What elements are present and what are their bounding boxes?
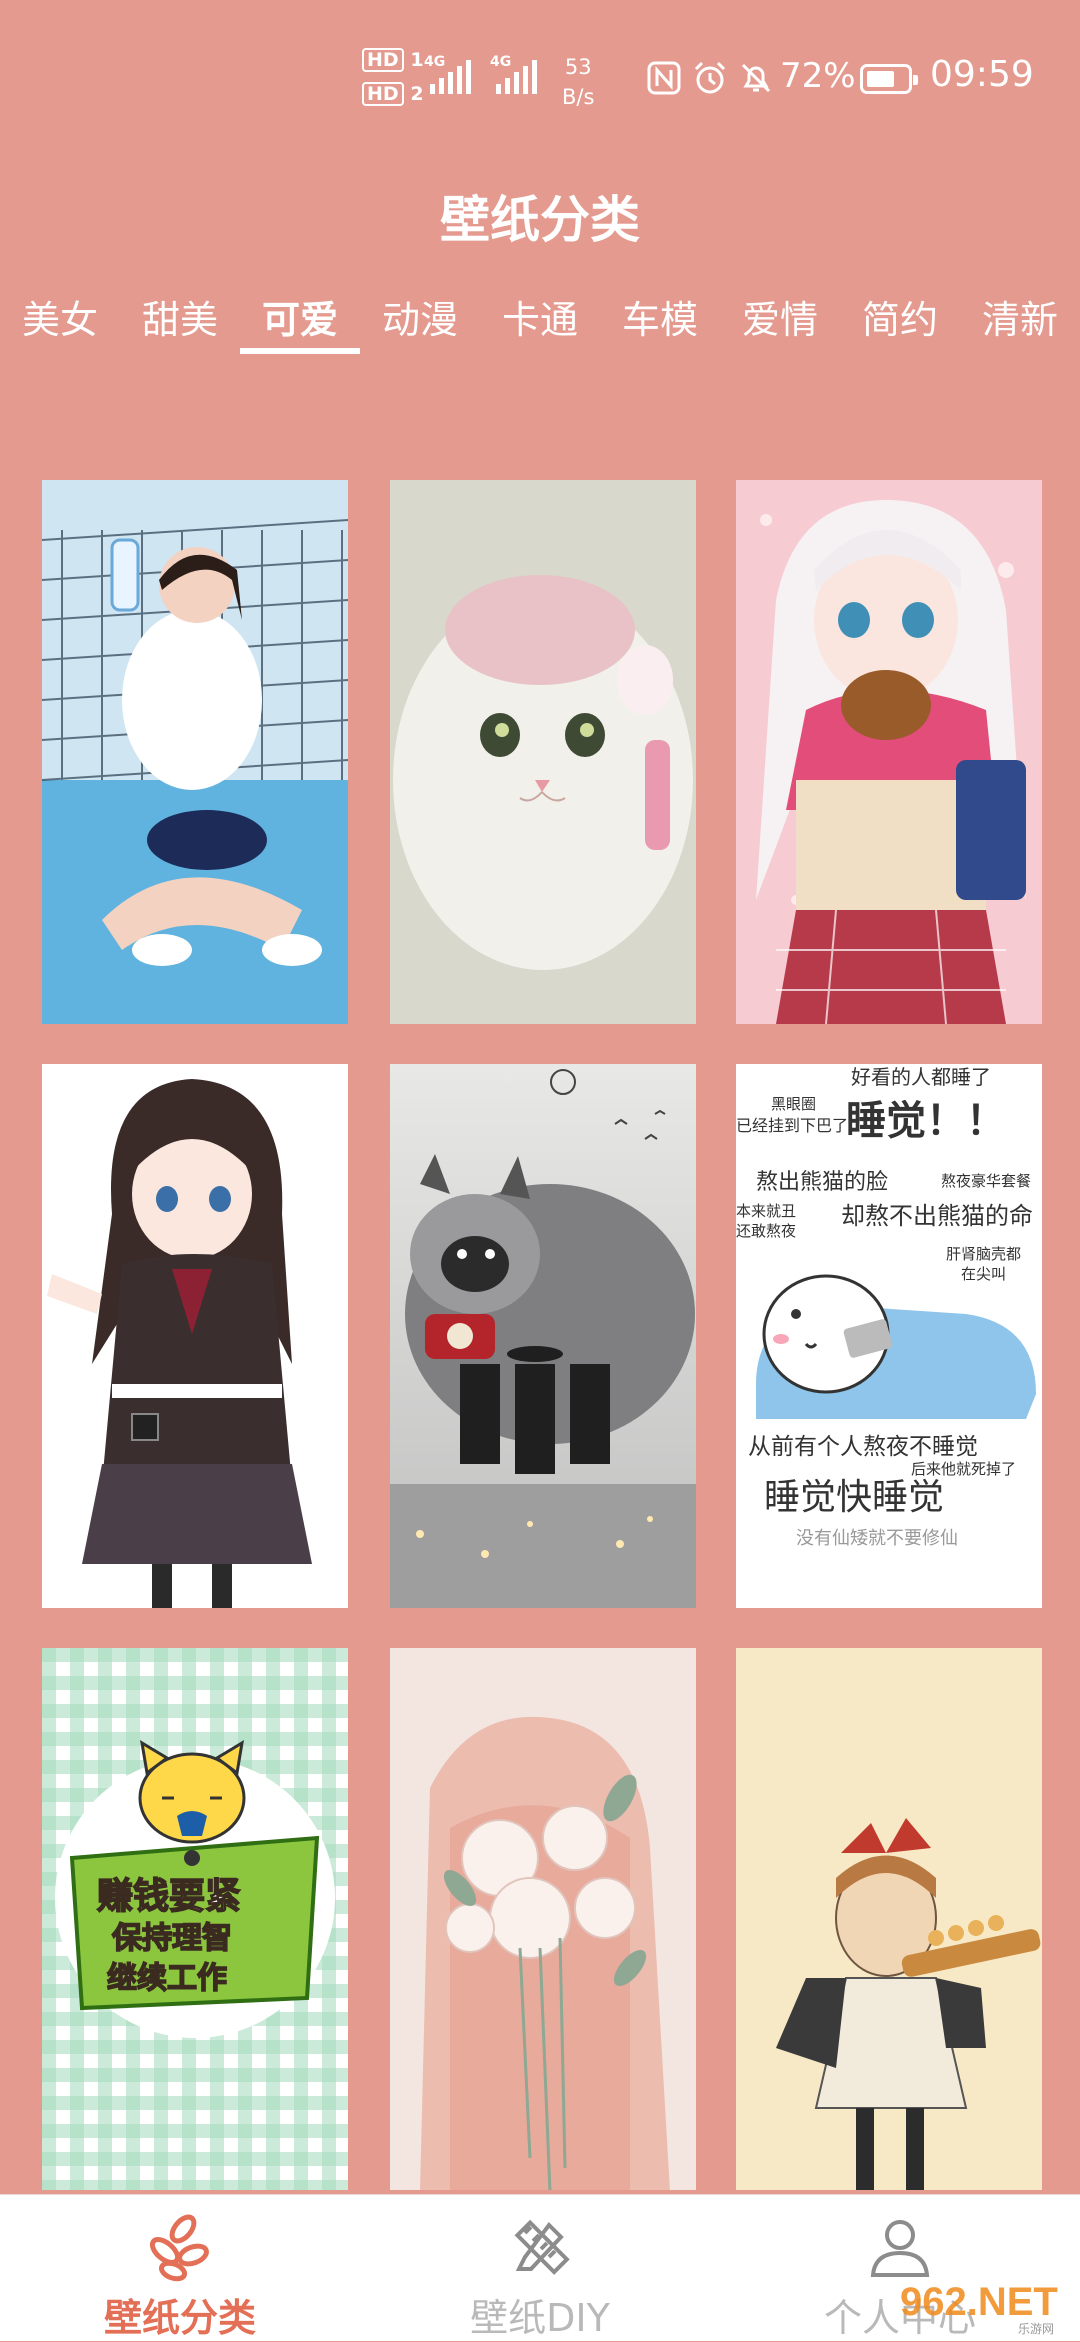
- pencil-ruler-icon: [514, 2219, 570, 2275]
- nav-wallpaper-diy[interactable]: 壁纸DIY: [360, 2195, 720, 2341]
- svg-text:还敢熬夜: 还敢熬夜: [736, 1222, 796, 1240]
- svg-text:却熬不出熊猫的命: 却熬不出熊猫的命: [841, 1202, 1033, 1230]
- wallpaper-grid: 好看的人都睡了 黑眼圈 已经挂到下巴了 睡觉！！ 熬出熊猫的脸 熬夜豪华套餐 本…: [0, 480, 1080, 2190]
- nav-label-category: 壁纸分类: [103, 2296, 256, 2340]
- svg-text:继续工作: 继续工作: [107, 1961, 227, 1996]
- speed-unit: B/s: [562, 85, 595, 109]
- svg-text:肝肾脑壳都: 肝肾脑壳都: [946, 1245, 1021, 1263]
- network-speed: 53 B/s: [562, 52, 594, 112]
- tab-qingxin[interactable]: 清新: [960, 292, 1080, 348]
- tab-meinv[interactable]: 美女: [0, 292, 120, 348]
- wallpaper-anime-girl-pink[interactable]: [736, 480, 1042, 1024]
- tab-katong[interactable]: 卡通: [480, 292, 600, 348]
- battery-icon: [860, 64, 918, 94]
- wallpaper-flowers-girl[interactable]: [390, 1648, 696, 2190]
- tab-dongman[interactable]: 动漫: [360, 292, 480, 348]
- active-tab-indicator: [240, 348, 360, 354]
- page-title: 壁纸分类: [440, 191, 640, 249]
- wallpaper-white-kitten[interactable]: [390, 480, 696, 1024]
- svg-text:从前有个人熬夜不睡觉: 从前有个人熬夜不睡觉: [748, 1434, 978, 1460]
- wallpaper-cat-sign[interactable]: 赚钱要紧 保持理智 继续工作: [42, 1648, 348, 2190]
- clock: 09:59: [930, 54, 1034, 95]
- svg-text:保持理智: 保持理智: [112, 1921, 232, 1956]
- hd1-label: HD: [362, 48, 404, 72]
- svg-text:黑眼圈: 黑眼圈: [771, 1095, 816, 1113]
- svg-text:已经挂到下巴了: 已经挂到下巴了: [736, 1116, 848, 1135]
- nfc-icon: [647, 61, 681, 95]
- svg-text:睡觉！！: 睡觉！！: [846, 1098, 1006, 1144]
- svg-text:赚钱要紧: 赚钱要紧: [97, 1876, 241, 1917]
- tab-chemo[interactable]: 车模: [600, 292, 720, 348]
- svg-text:在尖叫: 在尖叫: [961, 1265, 1006, 1283]
- tab-tianmei[interactable]: 甜美: [120, 292, 240, 348]
- hd1-num: 1: [410, 49, 424, 71]
- signal-icon-2: 4G: [490, 54, 537, 94]
- svg-text:好看的人都睡了: 好看的人都睡了: [851, 1065, 991, 1089]
- watermark-logo: 962.NET 乐游网: [900, 2280, 1058, 2336]
- net2-label: 4G: [490, 54, 512, 70]
- wallpaper-kiki-sketch[interactable]: [736, 1648, 1042, 2190]
- hd2-label: HD: [362, 82, 404, 106]
- signal-icon-1: 4G: [424, 54, 471, 94]
- tab-jianyue[interactable]: 简约: [840, 292, 960, 348]
- hd1-indicator: HD 1: [362, 48, 424, 72]
- mute-icon: [741, 63, 771, 93]
- svg-text:熬夜豪华套餐: 熬夜豪华套餐: [941, 1172, 1031, 1190]
- speed-value: 53: [564, 55, 592, 79]
- status-bar: HD 1 HD 2 4G 4G 53 B/s 72% 09:59: [0, 0, 1080, 150]
- net1-label: 4G: [424, 54, 446, 70]
- leaves-icon: [149, 2214, 209, 2282]
- battery-fill: [867, 71, 894, 87]
- svg-text:本来就丑: 本来就丑: [736, 1202, 796, 1220]
- nav-wallpaper-category[interactable]: 壁纸分类: [0, 2195, 360, 2341]
- alarm-icon: [694, 61, 726, 94]
- hd2-num: 2: [410, 83, 424, 105]
- svg-text:后来他就死掉了: 后来他就死掉了: [911, 1460, 1016, 1478]
- wallpaper-anime-girl-uniform[interactable]: [42, 1064, 348, 1608]
- hd2-indicator: HD 2: [362, 82, 424, 106]
- nav-label-diy: 壁纸DIY: [470, 2296, 610, 2340]
- category-tabs: 美女 甜美 可爱 动漫 卡通 车模 爱情 简约 清新: [0, 292, 1080, 362]
- wallpaper-raccoon-dog[interactable]: [390, 1064, 696, 1608]
- tab-keai[interactable]: 可爱: [240, 292, 360, 348]
- svg-text:熬出熊猫的脸: 熬出熊猫的脸: [756, 1170, 888, 1195]
- wallpaper-sleep-text[interactable]: 好看的人都睡了 黑眼圈 已经挂到下巴了 睡觉！！ 熬出熊猫的脸 熬夜豪华套餐 本…: [736, 1064, 1042, 1608]
- svg-text:睡觉快睡觉: 睡觉快睡觉: [764, 1477, 944, 1518]
- svg-text:没有仙矮就不要修仙: 没有仙矮就不要修仙: [796, 1528, 958, 1549]
- tab-aiqing[interactable]: 爱情: [720, 292, 840, 348]
- battery-percent: 72%: [780, 56, 856, 96]
- wallpaper-girl-tennis-net[interactable]: [42, 480, 348, 1024]
- user-icon: [870, 2220, 930, 2277]
